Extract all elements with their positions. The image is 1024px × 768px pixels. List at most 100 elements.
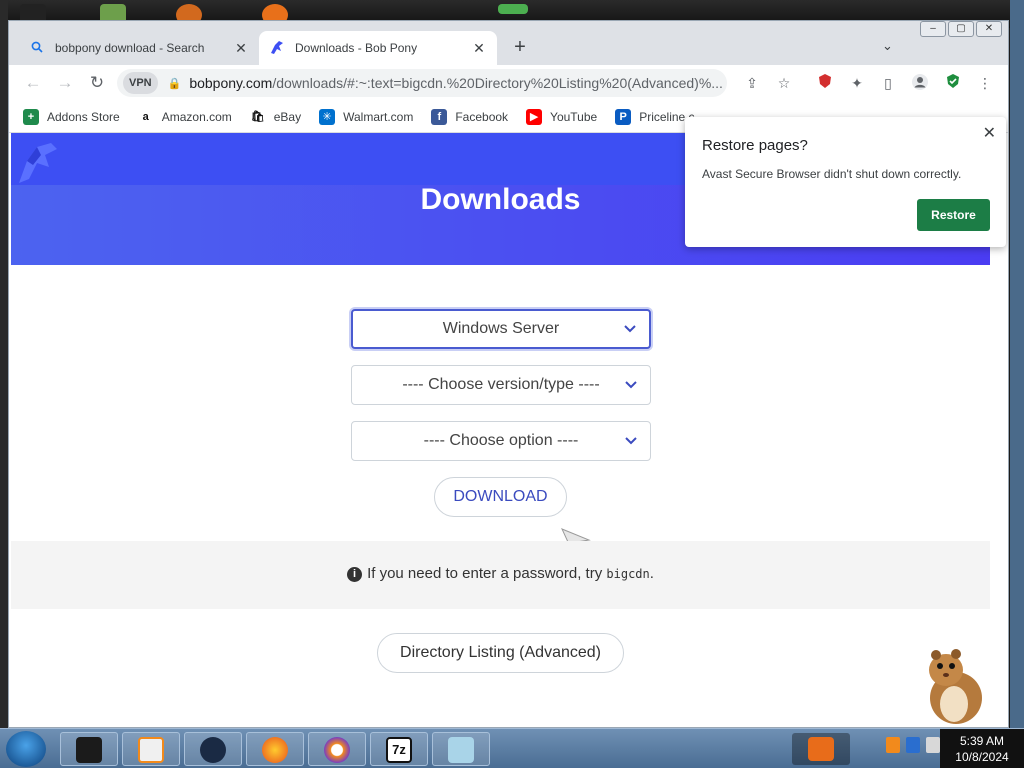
new-tab-button[interactable]: + (509, 37, 531, 59)
clock-time: 5:39 AM (959, 734, 1005, 748)
youtube-icon: ▶ (526, 108, 543, 125)
amazon-icon: a (137, 108, 154, 125)
start-button[interactable] (6, 731, 46, 767)
7zip-icon: 7z (386, 737, 412, 763)
avast-shield-icon[interactable] (815, 73, 835, 93)
close-window-button[interactable]: ✕ (976, 21, 1002, 37)
security-check-icon[interactable] (943, 73, 963, 93)
taskbar-app[interactable] (122, 732, 180, 766)
facebook-icon: f (431, 108, 448, 125)
taskbar-app[interactable] (432, 732, 490, 766)
directory-listing-button[interactable]: Directory Listing (Advanced) (377, 633, 624, 673)
bookmark-label: Walmart.com (343, 109, 414, 124)
os-select-value: Windows Server (442, 320, 560, 337)
tab-downloads[interactable]: Downloads - Bob Pony ✕ (259, 31, 497, 65)
popup-title: Restore pages? (702, 137, 808, 154)
taskbar-app[interactable] (308, 732, 366, 766)
bookmark-label: YouTube (550, 109, 598, 124)
globe-app-icon (200, 737, 226, 763)
chevron-down-icon (623, 311, 637, 361)
taskbar-app[interactable] (184, 732, 242, 766)
vlc-player-icon (138, 737, 164, 763)
option-select[interactable]: ---- Choose option ---- (351, 421, 651, 461)
window-controls: – ▢ ✕ (920, 21, 1002, 39)
network-icon[interactable] (906, 737, 920, 753)
notepad-icon (448, 737, 474, 763)
chevron-down-icon (624, 366, 638, 419)
bookmark-label: eBay (273, 109, 302, 124)
volume-icon[interactable] (926, 737, 940, 753)
forward-button[interactable]: → (49, 69, 81, 97)
system-tray (886, 737, 940, 753)
star-icon[interactable]: ☆ (774, 73, 794, 93)
close-icon[interactable]: ✕ (983, 123, 996, 143)
tab-title: bobpony download - Search (55, 41, 205, 55)
avast-tray-icon[interactable] (886, 737, 900, 753)
search-tool-icon (808, 737, 834, 761)
bookmark-priceline-c[interactable]: P Priceline.c (615, 108, 695, 125)
bookmark-youtube[interactable]: ▶ YouTube (526, 108, 598, 125)
restore-pages-popup: Restore pages? Avast Secure Browser didn… (685, 117, 1006, 247)
hamster-desktop-pet[interactable] (920, 648, 990, 726)
version-select[interactable]: ---- Choose version/type ---- (351, 365, 651, 405)
url-text: bobpony.com/downloads/#:~:text=bigcdn.%2… (189, 75, 723, 91)
reload-button[interactable]: ↻ (81, 69, 113, 97)
bookmark-addons-store[interactable]: + Addons Store (23, 108, 120, 125)
lock-icon[interactable]: 🔒 (168, 77, 182, 90)
maximize-button[interactable]: ▢ (948, 21, 974, 37)
avast-browser-icon (324, 737, 350, 763)
menu-icon[interactable]: ⋮ (975, 73, 995, 93)
bookmark-facebook[interactable]: f Facebook (431, 108, 509, 125)
firefox-icon (262, 737, 288, 763)
extensions-icon[interactable]: ✦ (847, 73, 867, 93)
bookmark-label: Amazon.com (161, 109, 232, 124)
side-panel-icon[interactable]: ▯ (878, 73, 898, 93)
password-hint: i If you need to enter a password, try bi… (11, 565, 990, 582)
share-icon[interactable]: ⇪ (742, 73, 762, 93)
restore-button[interactable]: Restore (917, 199, 990, 231)
tab-search-button[interactable]: ⌄ (882, 38, 893, 54)
download-button[interactable]: DOWNLOAD (434, 477, 567, 517)
back-button[interactable]: ← (17, 69, 49, 97)
taskbar-app[interactable] (60, 732, 118, 766)
bookmark-walmart-com[interactable]: ✳ Walmart.com (319, 108, 414, 125)
close-icon[interactable]: ✕ (471, 40, 487, 57)
minimize-button[interactable]: – (920, 21, 946, 37)
media-center-icon (76, 737, 102, 763)
system-clock[interactable]: 5:39 AM 10/8/2024 (940, 729, 1024, 768)
password-hint-band: i If you need to enter a password, try bi… (11, 541, 990, 609)
browser-window: bobpony download - Search ✕ Downloads - … (8, 20, 1009, 728)
popup-message: Avast Secure Browser didn't shut down co… (702, 167, 962, 181)
taskbar: 7z 5:39 AM 10/8/2024 (0, 728, 1024, 768)
site-logo-icon[interactable] (15, 139, 59, 185)
os-select[interactable]: Windows Server (351, 309, 651, 349)
address-bar[interactable]: VPN 🔒 bobpony.com/downloads/#:~:text=big… (117, 69, 727, 97)
version-select-value: ---- Choose version/type ---- (402, 376, 600, 393)
desktop-left-edge (0, 0, 8, 768)
desktop-gadget-icon (498, 4, 528, 14)
bookmark-label: Facebook (455, 109, 509, 124)
profile-icon[interactable] (910, 73, 930, 93)
bookmark-ebay[interactable]: 🛍 eBay (249, 108, 302, 125)
tab-search[interactable]: bobpony download - Search ✕ (19, 31, 259, 65)
close-icon[interactable]: ✕ (233, 40, 249, 57)
tab-strip: bobpony download - Search ✕ Downloads - … (9, 21, 1008, 65)
info-icon: i (347, 567, 363, 582)
browser-toolbar: ← → ↻ VPN 🔒 bobpony.com/downloads/#:~:te… (9, 65, 1008, 101)
taskbar-app[interactable] (246, 732, 304, 766)
bobpony-logo-icon (269, 39, 285, 58)
chevron-down-icon (624, 422, 638, 475)
search-icon (29, 41, 45, 56)
ebay-icon: 🛍 (249, 108, 266, 125)
taskbar-app[interactable] (792, 733, 850, 765)
option-select-value: ---- Choose option ---- (423, 432, 579, 449)
bookmark-label: Addons Store (47, 109, 120, 124)
taskbar-app[interactable]: 7z (370, 732, 428, 766)
password-code: bigcdn (606, 567, 650, 581)
vpn-button[interactable]: VPN (123, 72, 158, 94)
clock-date: 10/8/2024 (955, 750, 1009, 764)
walmart-icon: ✳ (319, 108, 336, 125)
tab-title: Downloads - Bob Pony (295, 41, 418, 55)
bookmark-amazon-com[interactable]: a Amazon.com (137, 108, 232, 125)
addons-icon: + (23, 108, 39, 125)
